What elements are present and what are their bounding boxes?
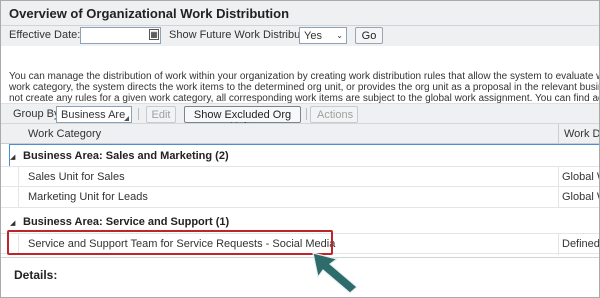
work-category-cell: Service and Support Team for Service Req… <box>28 238 336 250</box>
effective-date-label: Effective Date: <box>9 29 81 41</box>
collapse-triangle-icon[interactable]: ◢ <box>10 219 15 227</box>
work-category-cell: Marketing Unit for Leads <box>28 191 148 203</box>
group-row-service-support[interactable]: ◢ Business Area: Service and Support (1) <box>1 211 599 233</box>
page-title: Overview of Organizational Work Distribu… <box>9 6 290 21</box>
focus-outline <box>9 144 599 145</box>
table-row[interactable]: Sales Unit for Sales Global Wo <box>1 166 599 188</box>
collapse-triangle-icon[interactable]: ◢ <box>10 153 15 161</box>
edit-button[interactable]: Edit <box>146 106 176 123</box>
title-bar: Overview of Organizational Work Distribu… <box>1 1 599 26</box>
show-excluded-org-units-button[interactable]: Show Excluded Org Units <box>184 106 301 133</box>
row-divider <box>18 167 19 188</box>
description-line-1: You can manage the distribution of work … <box>9 71 599 82</box>
work-distribution-cell: Global Wo <box>562 191 599 203</box>
toolbar-separator <box>138 108 139 120</box>
table-header: Work Category Work Dist <box>1 123 599 145</box>
work-distribution-cell: Global Wo <box>562 171 599 183</box>
work-distribution-cell: Defined W <box>562 238 600 250</box>
show-future-value: Yes <box>304 30 322 42</box>
table-toolbar: Group By Business Are Edit Show Excluded… <box>1 103 599 133</box>
work-distribution-window: Overview of Organizational Work Distribu… <box>0 0 600 298</box>
details-section: Details: <box>1 257 599 297</box>
description-line-2: work category, the system directs the wo… <box>9 82 599 94</box>
table-row[interactable]: Service and Support Team for Service Req… <box>1 233 600 255</box>
go-button[interactable]: Go <box>355 27 383 44</box>
row-divider <box>558 187 559 208</box>
chevron-down-icon: ⌄ <box>336 31 343 40</box>
row-divider <box>18 187 19 208</box>
row-divider <box>558 167 559 188</box>
actions-label: Actions <box>317 109 354 121</box>
description-text: You can manage the distribution of work … <box>9 71 599 105</box>
work-category-cell: Sales Unit for Sales <box>28 171 125 183</box>
details-label: Details: <box>14 268 58 282</box>
column-divider <box>558 124 559 145</box>
group-by-value: Business Are <box>61 109 126 121</box>
column-header-work-distribution[interactable]: Work Dist <box>564 128 599 140</box>
focus-outline <box>9 144 10 166</box>
actions-button[interactable]: Actions <box>310 106 358 123</box>
group-label: Business Area: Sales and Marketing (2) <box>23 150 229 162</box>
group-row-sales-marketing[interactable]: ◢ Business Area: Sales and Marketing (2) <box>1 145 599 167</box>
column-header-work-category[interactable]: Work Category <box>28 128 101 140</box>
row-divider <box>558 234 559 255</box>
show-future-select[interactable]: Yes ⌄ <box>299 27 347 44</box>
group-by-label: Group By <box>13 108 60 120</box>
group-label: Business Area: Service and Support (1) <box>23 216 230 228</box>
filter-bar: Effective Date: ▦ Show Future Work Distr… <box>1 26 599 46</box>
table-row[interactable]: Marketing Unit for Leads Global Wo <box>1 187 599 208</box>
calendar-icon[interactable]: ▦ <box>149 29 159 40</box>
row-divider <box>18 234 19 255</box>
dropdown-corner-icon <box>124 116 129 121</box>
group-by-select[interactable]: Business Are <box>56 106 132 123</box>
toolbar-separator <box>306 108 307 120</box>
